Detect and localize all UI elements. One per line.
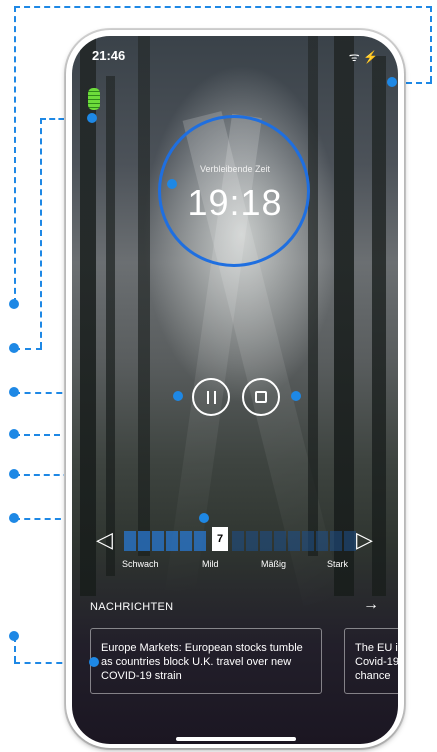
callout-line (14, 6, 432, 8)
callout-dot (89, 657, 99, 667)
pause-button[interactable] (192, 378, 230, 416)
callout-dot (9, 387, 19, 397)
status-icons: ᯤ ⚡ (348, 50, 378, 64)
intensity-segment[interactable] (124, 531, 136, 551)
callout-line (14, 6, 16, 304)
intensity-label-weak: Schwach (122, 559, 159, 569)
chevron-right-icon[interactable]: ▷ (356, 529, 373, 551)
callout-dot (87, 113, 97, 123)
tree-trunk (308, 36, 318, 556)
app-screen: 21:46 ᯤ ⚡ Verbleibende Zeit 19:18 ◁ 7 ▷ … (72, 36, 398, 744)
intensity-segment[interactable] (138, 531, 150, 551)
news-card-text: The EU i Covid-19 chance (355, 642, 398, 682)
stop-button[interactable] (242, 378, 280, 416)
callout-dot (9, 299, 19, 309)
battery-indicator-icon (88, 88, 100, 110)
intensity-segment[interactable] (152, 531, 164, 551)
stop-icon (255, 391, 267, 403)
intensity-label-strong: Stark (327, 559, 349, 569)
chevron-left-icon[interactable]: ◁ (96, 529, 113, 551)
callout-dot (9, 343, 19, 353)
callout-dot (9, 513, 19, 523)
intensity-segment[interactable] (166, 531, 178, 551)
tree-trunk (106, 76, 115, 576)
callout-line (40, 118, 42, 348)
intensity-label-moderate: Mäßig (261, 559, 287, 569)
intensity-segment[interactable] (246, 531, 258, 551)
news-header: NACHRICHTEN (90, 601, 174, 613)
timer-label: Verbleibende Zeit (199, 164, 271, 174)
intensity-segment[interactable] (330, 531, 342, 551)
callout-dot (9, 429, 19, 439)
callout-dot (387, 77, 397, 87)
intensity-segment[interactable] (260, 531, 272, 551)
intensity-label-mild: Mild (202, 559, 219, 569)
arrow-right-icon[interactable]: → (363, 596, 379, 614)
callout-dot (9, 631, 19, 641)
status-time: 21:46 (92, 48, 126, 63)
timer-value: 19:18 (187, 182, 283, 223)
intensity-selected-value[interactable]: 7 (212, 527, 228, 551)
callout-dot (199, 513, 209, 523)
intensity-segment[interactable] (344, 531, 356, 551)
tree-trunk (138, 36, 150, 556)
news-card[interactable]: The EU i Covid-19 chance (344, 628, 398, 694)
callout-line (430, 6, 432, 82)
intensity-segment[interactable] (302, 531, 314, 551)
intensity-segment[interactable] (274, 531, 286, 551)
tree-trunk (372, 56, 386, 596)
intensity-slider[interactable]: ◁ 7 ▷ (90, 527, 380, 553)
callout-dot (167, 179, 177, 189)
callout-dot (173, 391, 183, 401)
home-indicator[interactable] (176, 737, 296, 741)
intensity-segment[interactable] (194, 531, 206, 551)
news-card-text: Europe Markets: European stocks tumble a… (101, 642, 303, 682)
intensity-segment[interactable] (180, 531, 192, 551)
callout-dot (9, 469, 19, 479)
callout-dot (291, 391, 301, 401)
pause-icon (206, 390, 216, 404)
tree-trunk (334, 36, 354, 596)
intensity-segment[interactable] (288, 531, 300, 551)
intensity-segment[interactable] (232, 531, 244, 551)
news-card[interactable]: Europe Markets: European stocks tumble a… (90, 628, 322, 694)
intensity-segment[interactable] (316, 531, 328, 551)
